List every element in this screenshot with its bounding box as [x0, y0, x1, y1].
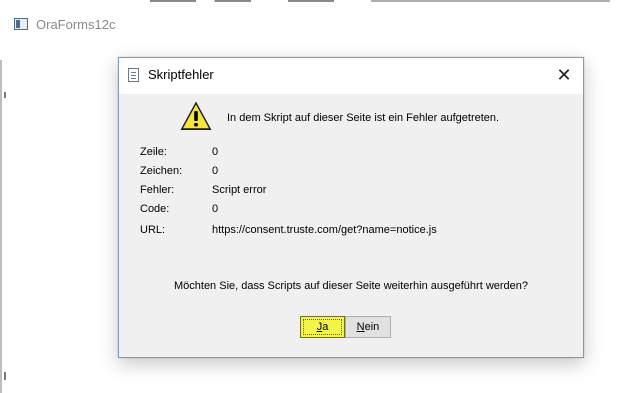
no-button[interactable]: Nein	[345, 316, 391, 338]
no-button-label: ein	[364, 321, 380, 333]
no-button-mnemonic: N	[356, 321, 365, 333]
yes-button[interactable]: Ja	[300, 316, 345, 338]
error-message: In dem Skript auf dieser Seite ist ein F…	[227, 112, 500, 124]
code-label: Code:	[140, 203, 170, 215]
error-value: Script error	[212, 184, 267, 196]
char-label: Zeichen:	[140, 165, 183, 177]
background-window-title: OraForms12c	[36, 16, 116, 32]
background-toolbar-fragment	[150, 0, 610, 2]
url-value: https://consent.truste.com/get?name=noti…	[212, 224, 437, 236]
window-app-icon	[14, 18, 28, 30]
background-edge-mark	[4, 92, 6, 98]
background-edge-mark	[4, 372, 6, 380]
error-label: Fehler:	[140, 184, 175, 196]
close-button[interactable]: ✕	[551, 63, 577, 87]
url-label: URL:	[140, 224, 166, 236]
continue-question: Möchten Sie, dass Scripts auf dieser Sei…	[173, 280, 529, 292]
char-value: 0	[212, 165, 219, 177]
code-value: 0	[212, 203, 219, 215]
yes-button-label: a	[322, 321, 329, 333]
document-icon	[128, 68, 139, 82]
line-value: 0	[212, 146, 219, 158]
background-title-bar: OraForms12c	[14, 14, 115, 34]
background-window-edge	[0, 60, 2, 393]
desktop-screen: OraForms12c Skriptfehler ✕ In dem Skript…	[0, 0, 630, 393]
line-label: Zeile:	[140, 146, 167, 158]
dialog-title-bar[interactable]: Skriptfehler ✕	[119, 58, 583, 94]
script-error-dialog: Skriptfehler ✕ In dem Skript auf dieser …	[118, 57, 584, 358]
close-icon: ✕	[556, 64, 572, 85]
dialog-title: Skriptfehler	[148, 67, 214, 82]
warning-icon	[180, 101, 212, 130]
